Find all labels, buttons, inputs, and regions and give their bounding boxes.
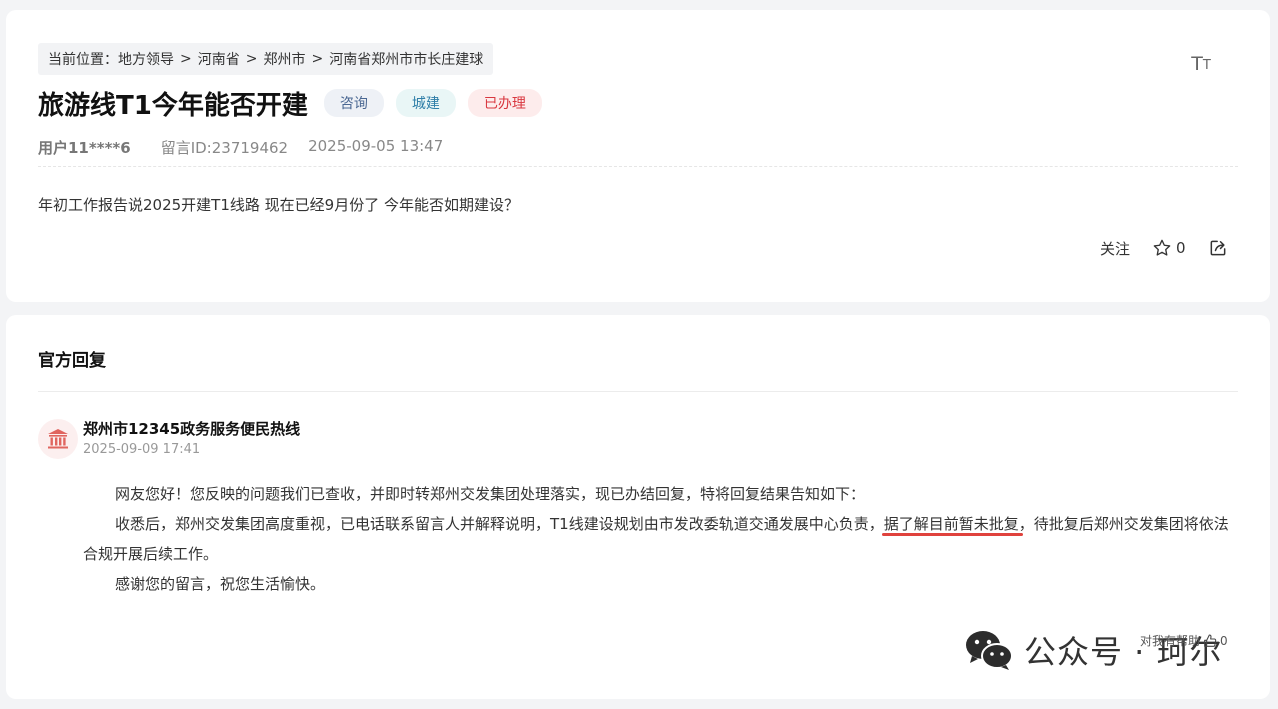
breadcrumb-item-mayor[interactable]: 河南省郑州市市长庄建球 bbox=[329, 49, 483, 69]
reply-time: 2025-09-09 17:41 bbox=[83, 442, 201, 457]
page-title: 旅游线T1今年能否开建 bbox=[38, 90, 308, 121]
breadcrumb-item-zhengzhou[interactable]: 郑州市 bbox=[263, 49, 305, 69]
wechat-icon bbox=[966, 631, 1013, 670]
star-count: 0 bbox=[1176, 239, 1186, 257]
reply-paragraph: 网友您好！您反映的问题我们已查收，并即时转郑州交发集团处理落实，现已办结回复，特… bbox=[115, 485, 866, 503]
breadcrumb-prefix: 当前位置： bbox=[48, 52, 118, 68]
helpful-label: 对我有帮助 bbox=[1140, 634, 1201, 648]
section-title: 官方回复 bbox=[38, 351, 106, 371]
tag-urban-construction: 城建 bbox=[395, 89, 456, 117]
helpful-button[interactable]: 对我有帮助 0 bbox=[1140, 632, 1228, 649]
star-icon bbox=[1153, 239, 1171, 256]
font-size-icon[interactable]: TT bbox=[1186, 48, 1216, 74]
thumbs-up-icon bbox=[1204, 633, 1217, 647]
breadcrumb-separator: > bbox=[311, 51, 324, 67]
question-card: 当前位置： 地方领导 > 河南省 > 郑州市 > 河南省郑州市市长庄建球 TT … bbox=[6, 10, 1270, 302]
breadcrumb: 当前位置： 地方领导 > 河南省 > 郑州市 > 河南省郑州市市长庄建球 bbox=[38, 43, 494, 75]
helpful-count: 0 bbox=[1220, 633, 1228, 648]
divider bbox=[38, 391, 1238, 392]
reply-card: 官方回复 郑州市12345政务服务便民热线 2025-09-09 17:41 网… bbox=[6, 315, 1270, 699]
breadcrumb-separator: > bbox=[180, 51, 192, 67]
reply-body: 网友您好！您反映的问题我们已查收，并即时转郑州交发集团处理落实，现已办结回复，特… bbox=[83, 479, 1241, 599]
tag-consult: 咨询 bbox=[323, 89, 384, 117]
title-row: 旅游线T1今年能否开建 咨询 城建 已办理 bbox=[38, 85, 542, 121]
share-icon[interactable] bbox=[1208, 238, 1228, 258]
post-datetime: 2025-09-05 13:47 bbox=[308, 137, 444, 155]
status-badge: 已办理 bbox=[467, 89, 542, 117]
avatar bbox=[38, 419, 78, 459]
follow-button[interactable]: 关注 bbox=[1100, 238, 1130, 259]
breadcrumb-item-local-leaders[interactable]: 地方领导 bbox=[118, 49, 174, 69]
reply-paragraph: 收悉后，郑州交发集团高度重视，已电话联系留言人并解释说明，T1线建设规划由市发改… bbox=[83, 515, 1229, 563]
government-building-icon bbox=[48, 429, 68, 449]
breadcrumb-separator: > bbox=[245, 51, 258, 67]
org-name: 郑州市12345政务服务便民热线 bbox=[83, 420, 301, 438]
breadcrumb-item-henan[interactable]: 河南省 bbox=[198, 49, 240, 69]
reply-paragraph: 感谢您的留言，祝您生活愉快。 bbox=[115, 575, 326, 593]
star-button[interactable]: 0 bbox=[1152, 238, 1186, 258]
question-text: 年初工作报告说2025开建T1线路 现在已经9月份了 今年能否如期建设？ bbox=[38, 196, 519, 214]
highlighted-text: 据了解目前暂未批复 bbox=[883, 515, 1019, 533]
post-meta: 用户11****6 留言ID:23719462 2025-09-05 13:47 bbox=[38, 137, 443, 158]
message-id: 留言ID:23719462 bbox=[160, 139, 289, 157]
user-name: 用户11****6 bbox=[38, 139, 131, 157]
divider bbox=[38, 166, 1238, 167]
action-bar: 关注 0 bbox=[1100, 234, 1228, 262]
